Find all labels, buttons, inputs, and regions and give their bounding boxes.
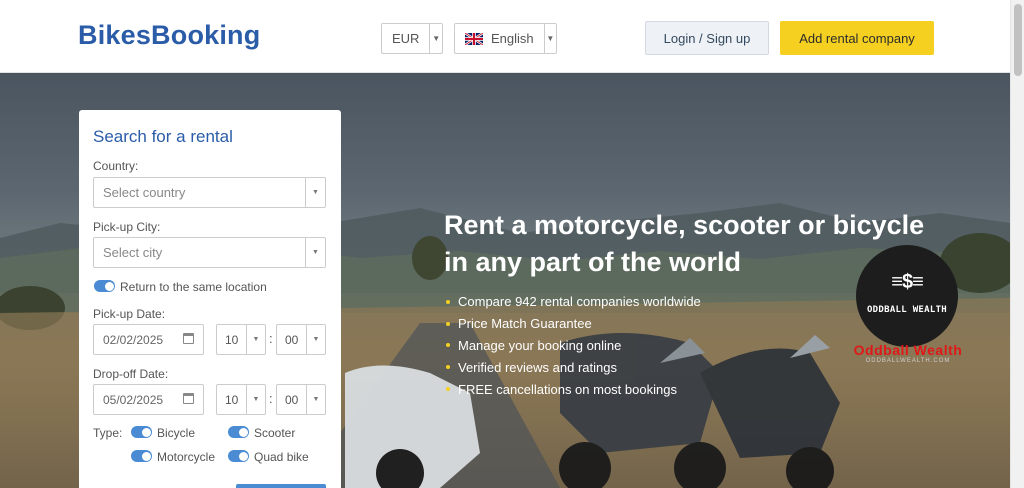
bullet-icon [446, 343, 450, 348]
search-button[interactable] [236, 484, 326, 488]
currency-select[interactable]: EUR ▼ [381, 23, 443, 54]
list-item: Compare 942 rental companies worldwide [446, 291, 701, 313]
pickup-date-input[interactable]: 02/02/2025 [93, 324, 204, 355]
calendar-icon [183, 393, 194, 404]
pickup-minute-select[interactable]: 00 ▼ [276, 324, 326, 355]
language-value: English [491, 31, 534, 46]
chevron-down-icon: ▼ [429, 24, 442, 53]
time-separator: : [269, 331, 273, 346]
dropoff-date-input[interactable]: 05/02/2025 [93, 384, 204, 415]
list-item: Manage your booking online [446, 335, 701, 357]
watermark-badge: ≡$≡ ODDBALL WEALTH [856, 245, 958, 347]
language-select[interactable]: English ▼ [454, 23, 557, 54]
pickup-city-label: Pick-up City: [93, 220, 161, 234]
scrollbar-thumb[interactable] [1014, 4, 1022, 76]
bicycle-toggle[interactable] [131, 426, 152, 438]
benefits-list: Compare 942 rental companies worldwide P… [446, 291, 701, 400]
country-label: Country: [93, 159, 139, 173]
list-item: FREE cancellations on most bookings [446, 378, 701, 400]
uk-flag-icon [465, 32, 483, 45]
site-header: BikesBooking EUR ▼ English ▼ Login / Sig… [0, 0, 1010, 73]
chevron-down-icon: ▼ [246, 325, 265, 354]
pickup-date-label: Pick-up Date: [93, 307, 166, 321]
chevron-down-icon: ▼ [246, 385, 265, 414]
login-signup-button[interactable]: Login / Sign up [645, 21, 769, 55]
quad-bike-toggle[interactable] [228, 450, 249, 462]
quad-bike-label: Quad bike [254, 450, 309, 464]
chevron-down-icon: ▼ [305, 178, 325, 207]
chevron-down-icon: ▼ [306, 385, 325, 414]
type-label: Type: [93, 426, 123, 440]
dropoff-hour-select[interactable]: 10 ▼ [216, 384, 266, 415]
return-same-location-toggle[interactable] [94, 280, 115, 292]
bullet-icon [446, 299, 450, 304]
dollar-icon: ≡$≡ [891, 271, 923, 293]
badge-text: ODDBALL WEALTH [866, 305, 948, 315]
list-item: Price Match Guarantee [446, 313, 701, 335]
bullet-icon [446, 387, 450, 392]
calendar-icon [183, 333, 194, 344]
search-panel: Search for a rental Country: Select coun… [79, 110, 341, 488]
motorcycle-label: Motorcycle [157, 450, 216, 464]
chevron-down-icon: ▼ [306, 325, 325, 354]
currency-value: EUR [392, 31, 420, 46]
site-logo[interactable]: BikesBooking [78, 20, 260, 51]
dropoff-date-label: Drop-off Date: [93, 367, 169, 381]
bullet-icon [446, 321, 450, 326]
pickup-city-select[interactable]: Select city ▼ [93, 237, 326, 268]
chevron-down-icon: ▼ [543, 24, 556, 53]
list-item: Verified reviews and ratings [446, 356, 701, 378]
watermark-title: Oddball Wealth [853, 342, 963, 358]
scooter-toggle[interactable] [228, 426, 249, 438]
dropoff-minute-select[interactable]: 00 ▼ [276, 384, 326, 415]
return-same-location-label: Return to the same location [120, 280, 267, 294]
time-separator: : [269, 391, 273, 406]
search-title: Search for a rental [93, 127, 233, 146]
pickup-hour-select[interactable]: 10 ▼ [216, 324, 266, 355]
scooter-label: Scooter [254, 426, 296, 440]
bicycle-label: Bicycle [157, 426, 196, 440]
watermark-subtitle: ODDBALLWEALTH.COM [865, 358, 951, 364]
page-scrollbar[interactable] [1010, 0, 1024, 488]
motorcycle-toggle[interactable] [131, 450, 152, 462]
bullet-icon [446, 365, 450, 370]
country-select[interactable]: Select country ▼ [93, 177, 326, 208]
chevron-down-icon: ▼ [305, 238, 325, 267]
add-rental-company-button[interactable]: Add rental company [780, 21, 934, 55]
